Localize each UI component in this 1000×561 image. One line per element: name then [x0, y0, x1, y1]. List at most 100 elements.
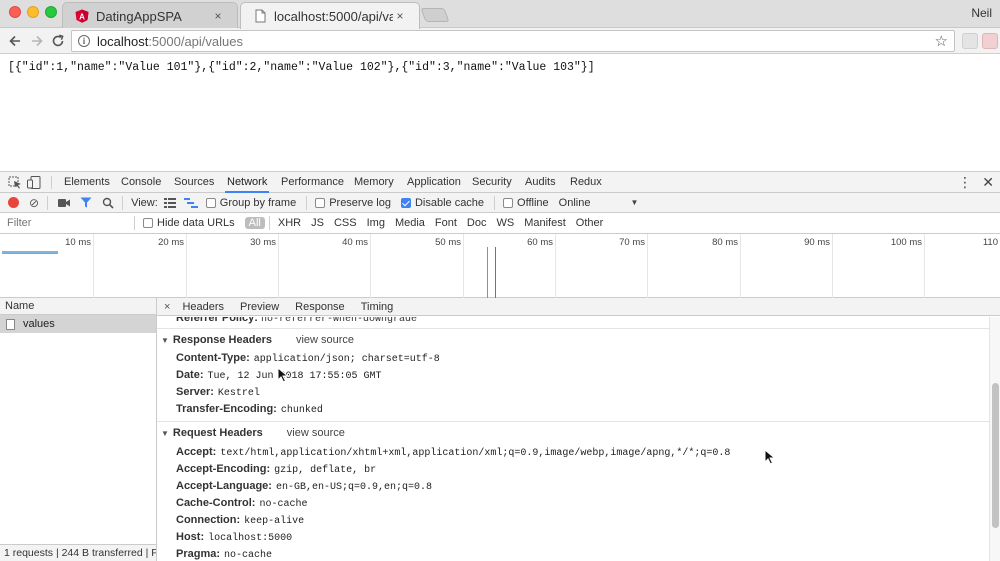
expanded-triangle-icon: ▼: [161, 335, 169, 345]
hide-data-urls-checkbox[interactable]: Hide data URLs: [143, 217, 235, 229]
header-row-accept-encoding: Accept-Encoding: gzip, deflate, br: [176, 463, 376, 476]
filter-type-doc[interactable]: Doc: [463, 217, 491, 229]
divider: [157, 421, 989, 422]
devtools-tab-audits[interactable]: Audits: [523, 172, 558, 193]
timeline-gridline: [278, 234, 279, 298]
network-overview-timeline[interactable]: 10 ms 20 ms 30 ms 40 ms 50 ms 60 ms 70 m…: [0, 234, 1000, 298]
network-filter-bar: Hide data URLs All XHR JS CSS Img Media …: [0, 213, 1000, 234]
devtools-tab-performance[interactable]: Performance: [279, 172, 346, 193]
reload-icon[interactable]: [49, 32, 67, 50]
request-row[interactable]: values: [0, 315, 156, 333]
checkbox-box[interactable]: [143, 218, 153, 228]
clear-icon[interactable]: ⊘: [29, 197, 39, 209]
timeline-gridline: [647, 234, 648, 298]
tab-close-icon[interactable]: ×: [393, 9, 407, 23]
devtools-tab-elements[interactable]: Elements: [62, 172, 112, 193]
filter-type-img[interactable]: Img: [363, 217, 389, 229]
request-waterfall-bar: [2, 253, 58, 254]
devtools-tab-memory[interactable]: Memory: [352, 172, 396, 193]
browser-tab-api-values[interactable]: localhost:5000/api/values ×: [240, 2, 420, 29]
filter-type-manifest[interactable]: Manifest: [520, 217, 570, 229]
filter-type-media[interactable]: Media: [391, 217, 429, 229]
header-row-cache-control: Cache-Control: no-cache: [176, 497, 307, 510]
record-icon[interactable]: [8, 197, 19, 208]
timeline-tick-label: 60 ms: [527, 237, 553, 248]
svg-text:A: A: [79, 13, 85, 22]
throttling-select[interactable]: Online ▼: [559, 197, 639, 209]
profile-name[interactable]: Neil: [971, 6, 992, 20]
group-by-frame-checkbox[interactable]: Group by frame: [205, 197, 296, 209]
waterfall-overview-icon[interactable]: [183, 197, 198, 208]
window-close-button[interactable]: [9, 6, 21, 18]
browser-tab-datingappspa[interactable]: A DatingAppSPA ×: [62, 2, 238, 29]
angular-icon: A: [75, 9, 89, 23]
bookmark-star-icon[interactable]: ☆: [935, 32, 948, 50]
devtools-tab-console[interactable]: Console: [119, 172, 163, 193]
new-tab-button[interactable]: [420, 8, 450, 22]
request-headers-section-toggle[interactable]: ▼ Request Headers view source: [161, 427, 345, 439]
info-icon[interactable]: i: [78, 35, 90, 47]
close-devtools-icon[interactable]: ✕: [982, 174, 994, 190]
header-key: Connection:: [176, 514, 241, 526]
back-arrow-icon[interactable]: [6, 32, 24, 50]
window-maximize-button[interactable]: [45, 6, 57, 18]
devtools-tab-application[interactable]: Application: [405, 172, 463, 193]
filter-type-font[interactable]: Font: [431, 217, 461, 229]
detail-tab-response[interactable]: Response: [295, 301, 345, 313]
address-bar[interactable]: i localhost:5000/api/values ☆: [71, 30, 955, 52]
detail-tab-preview[interactable]: Preview: [240, 301, 279, 313]
search-icon[interactable]: [102, 197, 114, 209]
name-column-header[interactable]: Name: [0, 298, 156, 315]
view-source-link[interactable]: view source: [296, 334, 354, 346]
header-key: Transfer-Encoding:: [176, 403, 277, 415]
devtools-tab-redux[interactable]: Redux: [568, 172, 604, 193]
view-source-link[interactable]: view source: [287, 427, 345, 439]
detail-scrollbar[interactable]: [989, 317, 1000, 561]
large-rows-icon[interactable]: [163, 197, 176, 208]
header-value: no-cache: [224, 550, 273, 561]
filter-input[interactable]: [2, 214, 134, 232]
extension-icon[interactable]: [982, 33, 998, 49]
preserve-log-checkbox[interactable]: Preserve log: [315, 197, 391, 209]
filter-funnel-icon[interactable]: [80, 197, 92, 208]
checkbox-box[interactable]: [315, 197, 326, 208]
inspect-element-icon[interactable]: [8, 176, 22, 189]
extension-icon[interactable]: [962, 33, 978, 49]
header-key: Host:: [176, 531, 205, 543]
devtools-tab-sources[interactable]: Sources: [172, 172, 216, 193]
header-key: Pragma:: [176, 548, 221, 560]
checkbox-box[interactable]: [205, 197, 216, 208]
screenshot-camera-icon[interactable]: [58, 198, 71, 208]
timeline-tick-label: 40 ms: [342, 237, 368, 248]
browser-titlebar: A DatingAppSPA × localhost:5000/api/valu…: [0, 0, 1000, 29]
devtools-tab-network[interactable]: Network: [225, 172, 270, 193]
timeline-tick-label: 80 ms: [712, 237, 738, 248]
window-minimize-button[interactable]: [27, 6, 39, 18]
filter-type-xhr[interactable]: XHR: [274, 217, 305, 229]
close-detail-icon[interactable]: ×: [164, 301, 170, 313]
checkbox-box[interactable]: [400, 197, 411, 208]
disable-cache-checkbox[interactable]: Disable cache: [400, 197, 484, 209]
detail-tab-timing[interactable]: Timing: [361, 301, 394, 313]
filter-type-other[interactable]: Other: [572, 217, 608, 229]
detail-tab-headers[interactable]: Headers: [182, 301, 224, 313]
tab-close-icon[interactable]: ×: [211, 9, 225, 23]
scrollbar-thumb[interactable]: [992, 383, 999, 528]
offline-checkbox[interactable]: Offline: [503, 197, 549, 209]
url-host: localhost: [97, 33, 149, 49]
filter-type-js[interactable]: JS: [307, 217, 328, 229]
header-key: Cache-Control:: [176, 497, 256, 509]
divider: [306, 195, 308, 210]
checkbox-box[interactable]: [503, 197, 514, 208]
filter-type-css[interactable]: CSS: [330, 217, 361, 229]
header-value: localhost:5000: [208, 533, 293, 544]
filter-type-all[interactable]: All: [244, 217, 265, 229]
more-options-icon[interactable]: ⋮: [958, 174, 972, 190]
page-icon: [255, 9, 266, 23]
devtools-tab-security[interactable]: Security: [470, 172, 514, 193]
device-toolbar-icon[interactable]: [27, 176, 41, 189]
forward-arrow-icon[interactable]: [28, 32, 46, 50]
filter-type-ws[interactable]: WS: [492, 217, 518, 229]
header-value: gzip, deflate, br: [274, 465, 377, 476]
response-headers-section-toggle[interactable]: ▼ Response Headers view source: [161, 334, 354, 346]
